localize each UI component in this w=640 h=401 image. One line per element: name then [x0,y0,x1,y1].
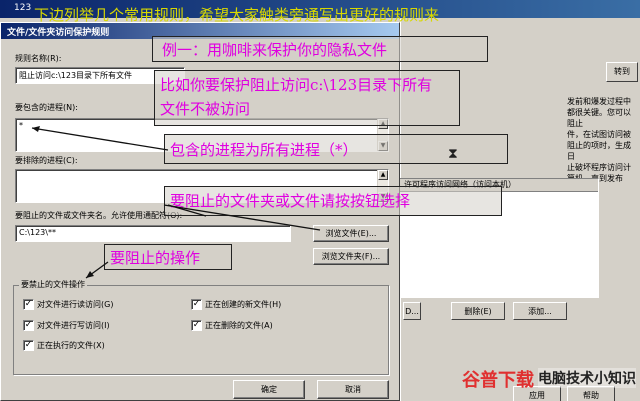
select-arrow-2 [163,204,321,231]
watermark-left: 谷普下载 [462,370,534,391]
include-arrow [31,127,169,151]
annotation-arrows [31,126,321,279]
hourglass-cursor-icon: ⧗ [448,146,458,162]
watermark-right: 电脑技术小知识 [538,368,636,388]
include-arrowhead [32,126,40,132]
operation-arrowhead [86,271,94,278]
